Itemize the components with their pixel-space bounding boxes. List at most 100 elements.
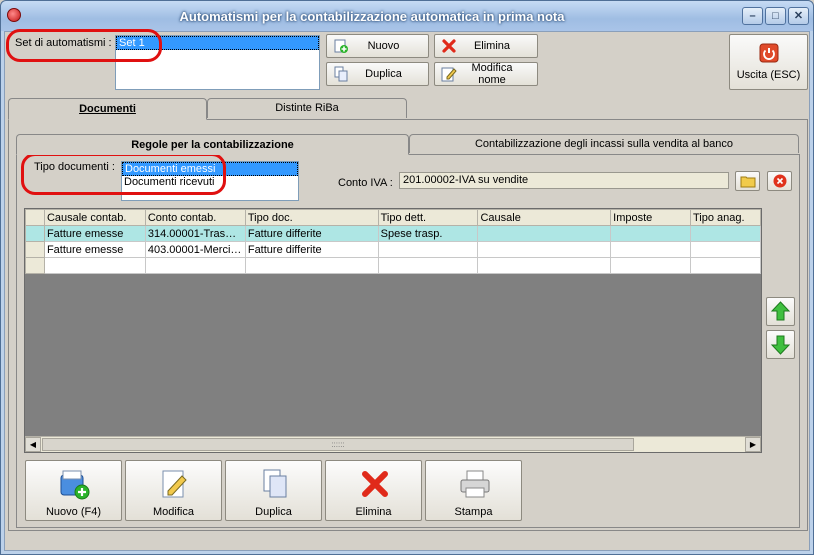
new-document-icon: [334, 39, 348, 53]
elimina-label: Elimina: [473, 40, 511, 52]
row-indicator[interactable]: [25, 241, 45, 258]
uscita-button[interactable]: Uscita (ESC): [729, 34, 808, 90]
move-up-button[interactable]: [766, 297, 795, 326]
cell-imposte[interactable]: [610, 241, 691, 258]
elimina-bottom-button[interactable]: Elimina: [325, 460, 422, 521]
rules-grid[interactable]: Causale contab. Conto contab. Tipo doc. …: [24, 208, 762, 453]
arrow-up-icon: [770, 301, 791, 321]
horizontal-scrollbar[interactable]: ◀ :::::: ▶: [25, 436, 761, 452]
col-header-tipo-anag[interactable]: Tipo anag.: [690, 209, 761, 226]
tab-incassi-banco-label: Contabilizzazione degli incassi sulla ve…: [474, 138, 734, 150]
cell-tipo-dett[interactable]: [377, 241, 479, 258]
duplica-bottom-label: Duplica: [255, 506, 292, 518]
new-record-icon: [60, 470, 90, 500]
tipo-doc-item-ricevuti[interactable]: Documenti ricevuti: [122, 176, 298, 190]
cell-causale-contab[interactable]: Fatture emesse: [43, 241, 146, 258]
scroll-thumb[interactable]: ::::::: [42, 438, 634, 451]
tab-incassi-banco[interactable]: Contabilizzazione degli incassi sulla ve…: [409, 134, 799, 153]
row-indicator[interactable]: [25, 225, 45, 242]
scroll-right-icon[interactable]: ▶: [745, 437, 761, 452]
clear-circle-x-icon: [773, 174, 786, 188]
cell-causale[interactable]: [477, 225, 612, 242]
cell-imposte[interactable]: [610, 225, 691, 242]
cell-tipo-doc[interactable]: Fatture differite: [244, 241, 379, 258]
nuovo-label: Nuovo: [367, 40, 400, 52]
row-indicator[interactable]: [25, 257, 45, 274]
col-header-imposte[interactable]: Imposte: [610, 209, 691, 226]
cell-tipo-anag[interactable]: [690, 225, 761, 242]
delete-x-icon: [362, 471, 388, 497]
clear-conto-button[interactable]: [767, 171, 792, 191]
cell-causale[interactable]: [477, 257, 612, 274]
tab-documenti[interactable]: Documenti: [8, 98, 207, 120]
cell-tipo-dett[interactable]: [377, 257, 479, 274]
modifica-label: Modifica: [153, 506, 194, 518]
col-header-tipo-doc[interactable]: Tipo doc.: [244, 209, 379, 226]
cell-tipo-doc[interactable]: Fatture differite: [244, 225, 379, 242]
scroll-left-icon[interactable]: ◀: [25, 437, 41, 452]
tab-regole[interactable]: Regole per la contabilizzazione: [16, 134, 409, 155]
tipo-documenti-listbox[interactable]: Documenti emessi Documenti ricevuti: [121, 161, 299, 201]
minimize-button[interactable]: –: [742, 7, 763, 25]
col-header-causale[interactable]: Causale: [477, 209, 612, 226]
maximize-button[interactable]: □: [765, 7, 786, 25]
nuovo-f4-button[interactable]: Nuovo (F4): [25, 460, 122, 521]
browse-conto-button[interactable]: [735, 171, 760, 191]
tipo-documenti-label: Tipo documenti :: [34, 161, 115, 173]
cell-conto-contab[interactable]: 403.00001-Merci…: [144, 241, 246, 258]
title-bar[interactable]: Automatismi per la contabilizzazione aut…: [1, 1, 813, 31]
set-listbox[interactable]: Set 1: [115, 35, 320, 90]
main-window: Automatismi per la contabilizzazione aut…: [0, 0, 814, 555]
modifica-button[interactable]: Modifica: [125, 460, 222, 521]
close-window-button[interactable]: ✕: [788, 7, 809, 25]
duplicate-icon: [334, 66, 348, 82]
row-indicator-header: [25, 209, 45, 226]
cell-tipo-doc[interactable]: [244, 257, 379, 274]
cell-causale-contab[interactable]: [43, 257, 146, 274]
col-header-conto-contab[interactable]: Conto contab.: [144, 209, 246, 226]
nuovo-f4-label: Nuovo (F4): [45, 506, 102, 518]
duplica-label: Duplica: [365, 68, 402, 80]
exit-power-icon: [759, 43, 778, 63]
cell-causale-contab[interactable]: Fatture emesse: [43, 225, 146, 242]
col-header-tipo-dett[interactable]: Tipo dett.: [377, 209, 479, 226]
elimina-bottom-label: Elimina: [355, 506, 392, 518]
cell-tipo-anag[interactable]: [690, 241, 761, 258]
uscita-label: Uscita (ESC): [736, 69, 801, 81]
window-title: Automatismi per la contabilizzazione aut…: [179, 9, 565, 24]
folder-icon: [740, 176, 755, 188]
col-header-causale-contab[interactable]: Causale contab.: [43, 209, 146, 226]
cell-tipo-dett[interactable]: Spese trasp.: [377, 225, 479, 242]
stampa-label: Stampa: [454, 506, 493, 518]
edit-icon: [162, 470, 187, 498]
modifica-nome-label: Modifica nome: [471, 62, 513, 86]
modifica-nome-button[interactable]: Modifica nome: [434, 62, 538, 86]
move-down-button[interactable]: [766, 330, 795, 359]
grid-header-row: Causale contab. Conto contab. Tipo doc. …: [25, 209, 761, 226]
duplica-bottom-button[interactable]: Duplica: [225, 460, 322, 521]
cell-conto-contab[interactable]: 314.00001-Tras…: [144, 225, 246, 242]
nuovo-button[interactable]: Nuovo: [326, 34, 429, 58]
edit-name-icon: [441, 67, 457, 82]
tipo-doc-item-emessi[interactable]: Documenti emessi: [122, 162, 298, 176]
delete-x-icon: [442, 39, 456, 53]
tab-distinte-riba-label: Distinte RiBa: [275, 102, 339, 114]
set-label: Set di automatismi :: [15, 37, 112, 49]
elimina-button[interactable]: Elimina: [434, 34, 538, 58]
duplicate-pages-icon: [263, 469, 287, 498]
duplica-button[interactable]: Duplica: [326, 62, 429, 86]
stampa-button[interactable]: Stampa: [425, 460, 522, 521]
cell-conto-contab[interactable]: [144, 257, 246, 274]
cell-imposte[interactable]: [610, 257, 691, 274]
conto-iva-label: Conto IVA :: [338, 177, 393, 189]
cell-tipo-anag[interactable]: [690, 257, 761, 274]
conto-iva-field[interactable]: 201.00002-IVA su vendite: [399, 172, 729, 189]
arrow-down-icon: [770, 335, 791, 355]
set-item[interactable]: Set 1: [116, 36, 319, 50]
tab-documenti-label: Documenti: [79, 103, 136, 115]
table-row[interactable]: Fatture emesse 314.00001-Tras… Fatture d…: [25, 225, 761, 242]
tab-distinte-riba[interactable]: Distinte RiBa: [207, 98, 407, 118]
cell-causale[interactable]: [477, 241, 612, 258]
table-row[interactable]: Fatture emesse 403.00001-Merci… Fatture …: [25, 241, 761, 258]
table-row[interactable]: [25, 257, 761, 274]
